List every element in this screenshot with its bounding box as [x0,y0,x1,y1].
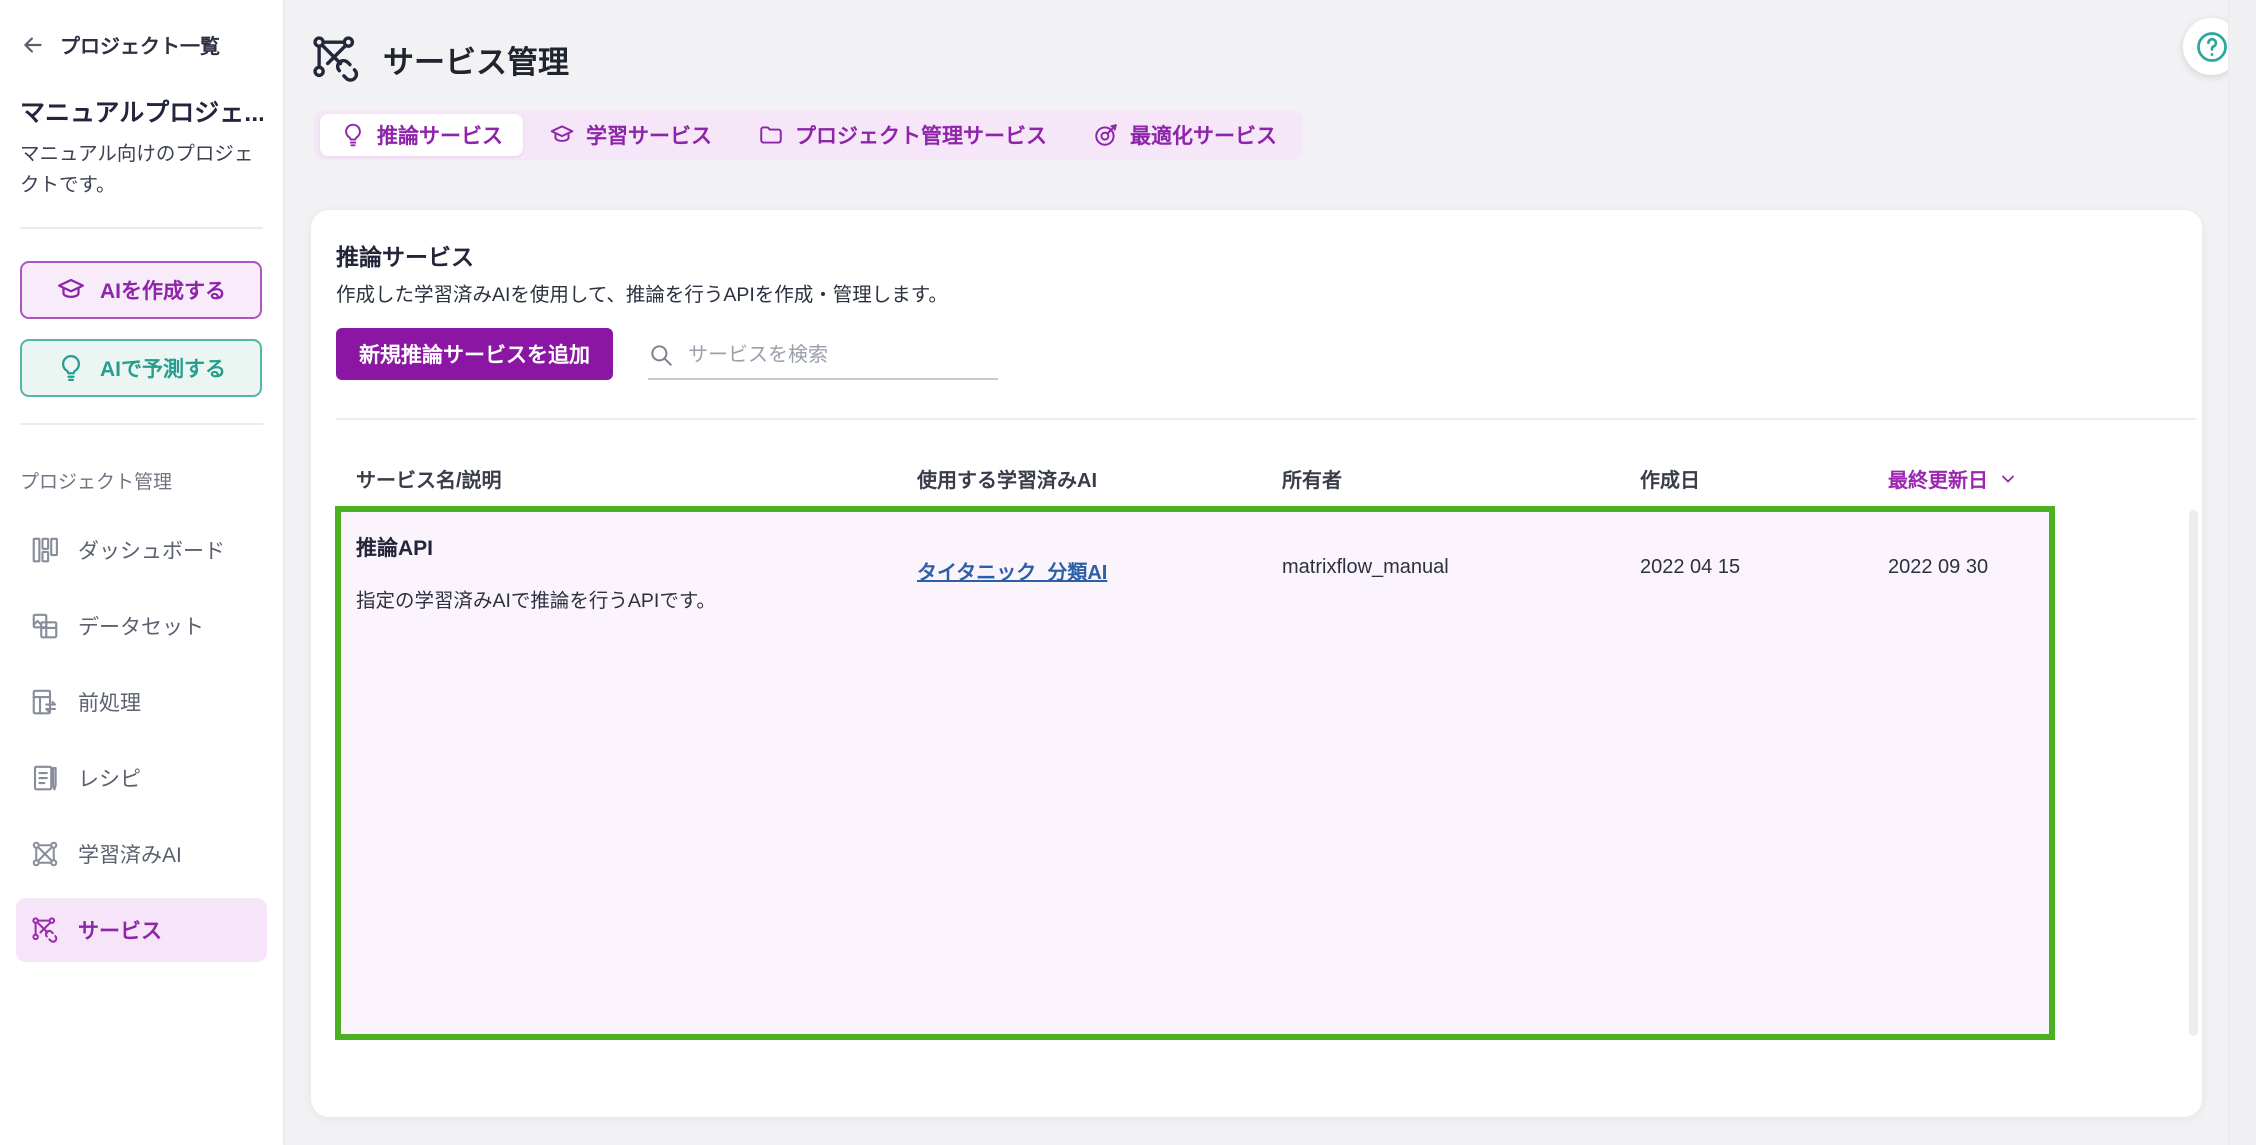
column-header-created: 作成日 [1640,470,1700,492]
panel-description: 作成した学習済みAIを使用して、推論を行うAPIを作成・管理します。 [336,284,948,306]
main-area: サービス管理 推論サービス 学習サービス プロジェクト管理サービス 最適化サービ… [283,0,2256,1145]
inference-service-panel: 推論サービス 作成した学習済みAIを使用して、推論を行うAPIを作成・管理します… [311,210,2202,1117]
sidebar-item-services[interactable]: サービス [16,898,267,963]
panel-title: 推論サービス [336,244,474,270]
table-row-inference-api[interactable]: 推論API 指定の学習済みAIで推論を行うAPIです。 タイタニック_分類AI … [335,506,2055,1040]
sidebar-item-label: ダッシュボード [78,540,225,564]
table-header-row: サービス名/説明 使用する学習済みAI 所有者 作成日 最終更新日 [311,456,2202,496]
search-icon [651,345,672,366]
service-icon [32,917,58,944]
sidebar-item-label: サービス [78,920,162,944]
tab-training-service[interactable]: 学習サービス [529,114,732,156]
sidebar-item-preprocess[interactable]: 前処理 [16,670,267,734]
service-name: 推論API [356,537,434,560]
predict-ai-label: AIで予測する [100,358,226,382]
search-input[interactable] [688,343,998,367]
service-tab-bar: 推論サービス 学習サービス プロジェクト管理サービス 最適化サービス [314,110,1303,160]
tab-label: 推論サービス [377,125,503,148]
sidebar-item-label: 学習済みAI [78,844,182,868]
sidebar-item-label: データセット [78,616,204,640]
add-inference-service-button[interactable]: 新規推論サービスを追加 [336,328,613,380]
page-scrollbar[interactable] [2228,0,2256,1145]
lightbulb-icon [345,123,361,147]
column-header-last-updated-label: 最終更新日 [1888,470,1988,492]
recipe-icon [33,766,57,791]
column-header-owner: 所有者 [1282,470,1342,492]
sidebar-item-label: 前処理 [78,692,141,716]
back-link-label: プロジェクト一覧 [60,36,220,58]
tab-label: 学習サービス [586,125,712,148]
project-management-section-label: プロジェクト管理 [20,472,173,494]
column-header-service-name: サービス名/説明 [356,470,502,492]
predict-ai-button[interactable]: AIで予測する [20,339,262,398]
sidebar-nav: ダッシュボード データセット 前処理 レシピ 学習済みAI サービス [0,518,283,963]
service-description: 指定の学習済みAIで推論を行うAPIです。 [356,590,716,612]
column-header-last-updated-sort[interactable]: 最終更新日 [1888,464,2018,493]
panel-divider [336,418,2196,420]
service-search [648,332,998,380]
folder-icon [760,126,782,144]
preprocess-icon [32,690,57,715]
arrow-left-icon [24,36,42,53]
dataset-icon [32,614,58,639]
tab-project-management-service[interactable]: プロジェクト管理サービス [738,114,1067,156]
service-created-date: 2022 04 15 [1640,556,1741,578]
graduation-cap-icon [550,125,574,142]
lightbulb-icon [62,355,80,382]
project-title: マニュアルプロジェ... [20,99,263,127]
graduation-cap-icon [58,279,84,299]
sidebar-item-dashboard[interactable]: ダッシュボード [16,518,267,582]
tab-label: 最適化サービス [1130,125,1277,148]
sidebar-item-label: レシピ [78,768,141,792]
column-header-trained-ai: 使用する学習済みAI [917,470,1097,492]
dashboard-icon [32,538,58,563]
optimize-target-icon [1095,124,1117,146]
sidebar-item-recipe[interactable]: レシピ [16,746,267,810]
sidebar-item-dataset[interactable]: データセット [16,594,267,658]
question-circle-icon [2196,31,2227,62]
sidebar: プロジェクト一覧 マニュアルプロジェ... マニュアル向けのプロジェクトです。 … [0,0,283,1145]
page-header: サービス管理 [283,0,2256,86]
sidebar-divider-2 [20,423,263,426]
trained-ai-link[interactable]: タイタニック_分類AI [917,556,1107,585]
create-ai-button[interactable]: AIを作成する [20,261,262,320]
sidebar-divider [20,227,263,230]
chevron-down-icon [2002,475,2014,482]
service-updated-date: 2022 09 30 [1888,556,1989,578]
tab-inference-service[interactable]: 推論サービス [320,114,523,156]
service-network-link-icon [313,36,359,82]
table-scrollbar[interactable] [2189,510,2198,1036]
project-description: マニュアル向けのプロジェクトです。 [20,143,254,197]
tab-label: プロジェクト管理サービス [795,125,1047,148]
service-owner: matrixflow_manual [1282,556,1449,578]
tab-optimization-service[interactable]: 最適化サービス [1073,114,1297,156]
create-ai-label: AIを作成する [100,280,226,304]
page-title: サービス管理 [383,44,569,80]
sidebar-item-trained-ai[interactable]: 学習済みAI [16,822,267,886]
back-to-projects-link[interactable]: プロジェクト一覧 [20,30,263,59]
trained-ai-icon [32,842,58,867]
